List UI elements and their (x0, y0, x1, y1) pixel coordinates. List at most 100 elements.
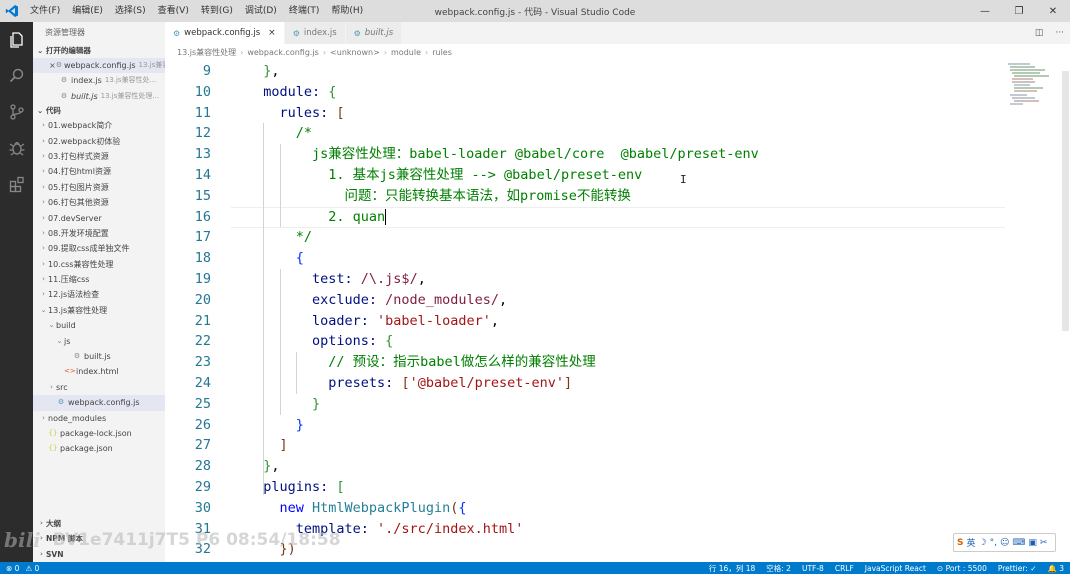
code-line[interactable]: }, (247, 61, 759, 82)
close-icon[interactable]: × (268, 28, 276, 38)
code-line[interactable]: 问题：只能转换基本语法，如promise不能转换 (247, 186, 759, 207)
status-right-item[interactable]: UTF-8 (802, 564, 824, 573)
code-line[interactable]: } (247, 394, 759, 415)
tab-index-js[interactable]: ⚙ index.js (284, 22, 346, 44)
tree-item[interactable]: {} package.json (33, 441, 165, 456)
sidebar-section-2[interactable]: › SVN (33, 547, 165, 562)
tree-item[interactable]: › 08.开发环境配置 (33, 226, 165, 241)
code-line[interactable]: new HtmlWebpackPlugin({ (247, 498, 759, 519)
status-left-item[interactable]: ⚠ 0 (25, 564, 39, 573)
status-right-item[interactable]: 行 16，列 18 (709, 563, 755, 574)
code-line[interactable]: 2. quan (247, 207, 759, 228)
code-line[interactable]: loader: 'babel-loader', (247, 311, 759, 332)
source-control-icon[interactable] (0, 94, 33, 130)
code-line[interactable]: { (247, 248, 759, 269)
open-editor-item[interactable]: ×⚙webpack.config.js13.js兼容性... (33, 58, 165, 74)
code-line[interactable]: }) (247, 539, 759, 560)
folder-header[interactable]: ⌄ 代码 (33, 104, 165, 118)
menu-item[interactable]: 转到(G) (195, 0, 239, 22)
more-actions-icon[interactable]: ··· (1055, 28, 1064, 38)
tree-item[interactable]: ⌄ js (33, 334, 165, 349)
status-right-item[interactable]: CRLF (835, 564, 854, 573)
code-line[interactable]: /* (247, 123, 759, 144)
tree-item[interactable]: › 10.css兼容性处理 (33, 257, 165, 272)
ime-language-label[interactable]: 英 (966, 536, 975, 549)
code-line[interactable]: module: { (247, 82, 759, 103)
tree-item[interactable]: {} package-lock.json (33, 426, 165, 441)
tree-item[interactable]: › 12.js语法检查 (33, 287, 165, 302)
sidebar-section-1[interactable]: › NPM 脚本 (33, 531, 165, 546)
menu-item[interactable]: 编辑(E) (66, 0, 109, 22)
breadcrumb-item[interactable]: 13.js兼容性处理 (177, 47, 236, 58)
tree-item[interactable]: › 09.提取css成单独文件 (33, 241, 165, 256)
status-right-item[interactable]: ⊙ Port : 5500 (937, 564, 987, 573)
menu-item[interactable]: 文件(F) (24, 0, 66, 22)
code-line[interactable]: js兼容性处理：babel-loader @babel/core @babel/… (247, 144, 759, 165)
tree-item[interactable]: › 01.webpack简介 (33, 118, 165, 133)
open-editors-header[interactable]: ⌄ 打开的编辑器 (33, 44, 165, 58)
close-icon[interactable]: × (49, 58, 56, 73)
code-line[interactable]: options: { (247, 331, 759, 352)
tree-item[interactable]: ⌄ 13.js兼容性处理 (33, 303, 165, 318)
tree-item[interactable]: › 06.打包其他资源 (33, 195, 165, 210)
tree-item[interactable]: ⚙ built.js (33, 349, 165, 364)
status-left-item[interactable]: ⊗ 0 (6, 564, 19, 573)
scrollbar-thumb[interactable] (1062, 71, 1069, 331)
tree-item[interactable]: › 04.打包html资源 (33, 164, 165, 179)
tree-item[interactable]: › 07.devServer (33, 211, 165, 226)
tree-item[interactable]: › 03.打包样式资源 (33, 149, 165, 164)
tree-item[interactable]: › node_modules (33, 411, 165, 426)
tree-item[interactable]: › src (33, 380, 165, 395)
menu-item[interactable]: 终端(T) (283, 0, 326, 22)
debug-icon[interactable] (0, 130, 33, 166)
code-line[interactable]: template: './src/index.html' (247, 519, 759, 540)
sidebar-section-0[interactable]: › 大纲 (33, 516, 165, 531)
keyboard-icon[interactable]: ⌨ (1012, 538, 1025, 548)
status-right-item[interactable]: 🔔 3 (1048, 564, 1065, 573)
open-editor-item[interactable]: ⚙ built.js 13.js兼容性处理... (33, 89, 165, 104)
code-line[interactable]: */ (247, 227, 759, 248)
tree-item[interactable]: <> index.html (33, 364, 165, 379)
moon-icon[interactable]: ☽ (979, 538, 987, 548)
tree-item[interactable]: › 02.webpack初体验 (33, 134, 165, 149)
code-line[interactable]: test: /\.js$/, (247, 269, 759, 290)
breadcrumb-item[interactable]: webpack.config.js (247, 48, 319, 57)
split-editor-icon[interactable]: ◫ (1035, 28, 1044, 38)
open-editor-item[interactable]: ⚙ index.js 13.js兼容性处... (33, 73, 165, 88)
explorer-icon[interactable] (0, 22, 33, 58)
code-line[interactable]: plugins: [ (247, 477, 759, 498)
menu-item[interactable]: 查看(V) (152, 0, 195, 22)
restore-icon[interactable]: ❐ (1002, 0, 1036, 22)
code-line[interactable]: ] (247, 435, 759, 456)
tools-icon[interactable]: ✂ (1040, 538, 1048, 548)
breadcrumb-item[interactable]: <unknown> (330, 48, 380, 57)
code-editor[interactable]: 9 10 11 12 13 14 15 16 17 18 19 20 21 22 23 24 25 26 27 28 2… (165, 61, 1005, 562)
breadcrumb-item[interactable]: rules (432, 48, 452, 57)
status-right-item[interactable]: JavaScript React (865, 564, 926, 573)
search-icon[interactable] (0, 58, 33, 94)
code-line[interactable]: exclude: /node_modules/, (247, 290, 759, 311)
tab-webpack-config-js[interactable]: ⚙ webpack.config.js × (165, 22, 285, 44)
status-right-item[interactable]: 空格: 2 (766, 563, 791, 574)
code-line[interactable]: // 预设：指示babel做怎么样的兼容性处理 (247, 352, 759, 373)
ime-toolbar[interactable]: S 英 ☽ °, ☺ ⌨ ▣ ✂ (953, 533, 1056, 552)
tree-item[interactable]: ⌄ build (33, 318, 165, 333)
punctuation-icon[interactable]: °, (990, 538, 997, 548)
status-right-item[interactable]: Prettier: ✓ (998, 564, 1037, 573)
menu-item[interactable]: 选择(S) (109, 0, 152, 22)
menu-item[interactable]: 帮助(H) (325, 0, 369, 22)
minimap[interactable] (1005, 61, 1060, 562)
extensions-icon[interactable] (0, 166, 33, 202)
code-line[interactable]: } (247, 415, 759, 436)
minimize-icon[interactable]: — (968, 0, 1002, 22)
breadcrumb-item[interactable]: module (391, 48, 421, 57)
code-line[interactable]: presets: ['@babel/preset-env'] (247, 373, 759, 394)
tree-item[interactable]: › 11.压缩css (33, 272, 165, 287)
tree-item[interactable]: ⚙ webpack.config.js (33, 395, 165, 411)
emoji-icon[interactable]: ☺ (1000, 538, 1009, 548)
code-line[interactable]: rules: [ (247, 103, 759, 124)
close-icon[interactable]: ✕ (1036, 0, 1070, 22)
menu-item[interactable]: 调试(D) (239, 0, 283, 22)
vertical-scrollbar[interactable] (1060, 61, 1070, 562)
skin-icon[interactable]: ▣ (1028, 538, 1037, 548)
